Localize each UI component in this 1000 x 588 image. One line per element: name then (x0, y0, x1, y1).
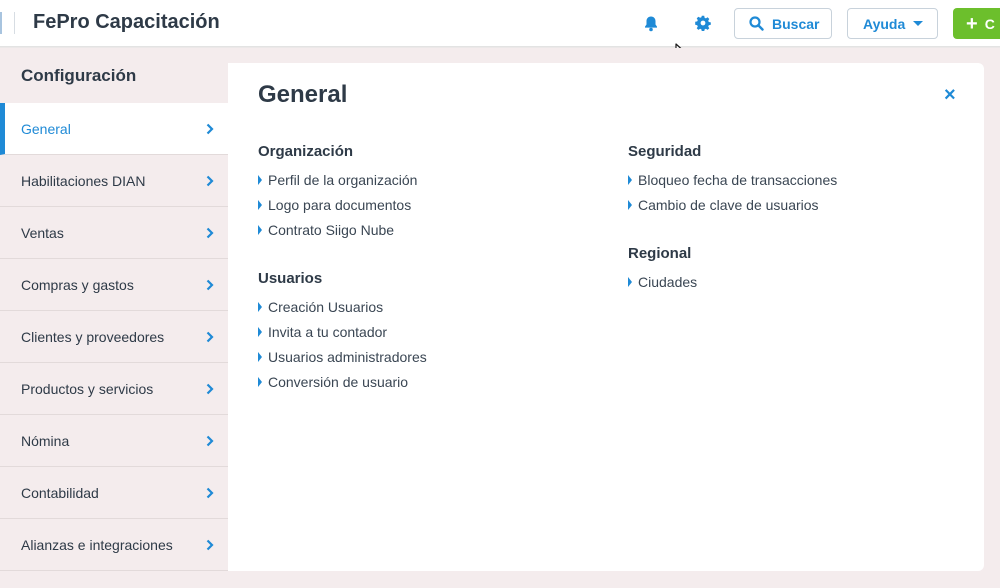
sidebar-item-label: Habilitaciones DIAN (21, 172, 146, 189)
section-title: Regional (628, 245, 692, 262)
link-label: Bloqueo fecha de transacciones (638, 171, 838, 188)
sidebar-item-productos-servicios[interactable]: Productos y servicios (0, 363, 228, 415)
caret-down-icon (913, 21, 924, 26)
link-bloqueo-fecha[interactable]: Bloqueo fecha de transacciones (628, 167, 837, 192)
link-label: Conversión de usuario (268, 373, 409, 390)
sidebar-item-label: Alianzas e integraciones (21, 536, 173, 553)
plus-icon: + (966, 12, 978, 35)
chevron-right-icon (206, 227, 214, 239)
section-title: Organización (258, 143, 354, 160)
caret-right-icon (258, 199, 262, 210)
sidebar-item-alianzas-integraciones[interactable]: Alianzas e integraciones (0, 519, 228, 571)
sidebar-item-contabilidad[interactable]: Contabilidad (0, 467, 228, 519)
link-label: Perfil de la organización (268, 171, 418, 188)
create-button[interactable]: + C (953, 8, 1000, 39)
link-usuarios-administradores[interactable]: Usuarios administradores (258, 344, 427, 369)
caret-right-icon (258, 301, 262, 312)
link-label: Ciudades (638, 273, 698, 290)
sidebar-item-ventas[interactable]: Ventas (0, 207, 228, 259)
caret-right-icon (258, 224, 262, 235)
link-label: Usuarios administradores (268, 348, 427, 365)
link-label: Cambio de clave de usuarios (638, 196, 819, 213)
search-button[interactable]: Buscar (734, 8, 832, 39)
sidebar-item-habilitaciones-dian[interactable]: Habilitaciones DIAN (0, 155, 228, 207)
help-dropdown[interactable]: Ayuda (847, 8, 938, 39)
settings-panel: Configuración General Habilitaciones DIA… (0, 48, 1000, 588)
link-conversion-usuario[interactable]: Conversión de usuario (258, 369, 427, 394)
sidebar-item-label: Clientes y proveedores (21, 328, 165, 345)
chevron-right-icon (206, 435, 214, 447)
settings-button[interactable] (693, 13, 713, 33)
search-icon (749, 16, 764, 31)
section-seguridad: Seguridad Bloqueo fecha de transacciones… (628, 142, 837, 217)
section-usuarios: Usuarios Creación Usuarios Invita a tu c… (258, 269, 427, 394)
help-label: Ayuda (863, 15, 906, 32)
sidebar-title: Configuración (21, 66, 137, 85)
content-card: General × Organización Perfil de la orga… (228, 63, 984, 571)
app-title: FePro Capacitación (33, 11, 220, 33)
left-edge-mark (0, 12, 4, 34)
section-regional: Regional Ciudades (628, 244, 697, 294)
notifications-button[interactable] (641, 13, 661, 33)
link-contrato-siigo[interactable]: Contrato Siigo Nube (258, 217, 417, 242)
link-label: Invita a tu contador (268, 323, 388, 340)
create-button-label: C (984, 15, 995, 32)
sidebar-item-label: Contabilidad (21, 484, 99, 501)
sidebar-menu: General Habilitaciones DIAN Ventas Compr… (0, 103, 228, 571)
header-divider (14, 12, 15, 34)
gear-icon (695, 15, 711, 31)
chevron-right-icon (206, 331, 214, 343)
sidebar-item-label: Compras y gastos (21, 276, 134, 293)
page-title: General (258, 81, 348, 108)
chevron-right-icon (206, 279, 214, 291)
chevron-right-icon (206, 123, 214, 135)
section-title: Usuarios (258, 270, 323, 287)
chevron-right-icon (206, 175, 214, 187)
link-logo-documentos[interactable]: Logo para documentos (258, 192, 417, 217)
section-title: Seguridad (628, 143, 702, 160)
chevron-right-icon (206, 539, 214, 551)
search-button-label: Buscar (772, 15, 820, 32)
caret-right-icon (628, 174, 632, 185)
section-organizacion: Organización Perfil de la organización L… (258, 142, 417, 242)
sidebar-item-label: Ventas (21, 224, 64, 241)
sidebar-item-general[interactable]: General (0, 103, 228, 155)
top-header: FePro Capacitación Buscar Ayuda + C (0, 0, 1000, 47)
link-invita-contador[interactable]: Invita a tu contador (258, 319, 427, 344)
sidebar-item-clientes-proveedores[interactable]: Clientes y proveedores (0, 311, 228, 363)
chevron-right-icon (206, 487, 214, 499)
sidebar-item-label: Productos y servicios (21, 380, 154, 397)
link-label: Contrato Siigo Nube (268, 221, 395, 238)
caret-right-icon (258, 376, 262, 387)
caret-right-icon (258, 351, 262, 362)
caret-right-icon (258, 326, 262, 337)
link-ciudades[interactable]: Ciudades (628, 269, 697, 294)
link-label: Logo para documentos (268, 196, 412, 213)
link-label: Creación Usuarios (268, 298, 384, 315)
sidebar-item-label: General (21, 120, 71, 137)
caret-right-icon (258, 174, 262, 185)
close-icon[interactable]: × (944, 85, 956, 105)
caret-right-icon (628, 276, 632, 287)
sidebar-item-label: Nómina (21, 432, 70, 449)
sidebar-item-compras-gastos[interactable]: Compras y gastos (0, 259, 228, 311)
link-cambio-clave[interactable]: Cambio de clave de usuarios (628, 192, 837, 217)
chevron-right-icon (206, 383, 214, 395)
link-creacion-usuarios[interactable]: Creación Usuarios (258, 294, 427, 319)
sidebar-item-nomina[interactable]: Nómina (0, 415, 228, 467)
bell-icon (645, 16, 657, 31)
caret-right-icon (628, 199, 632, 210)
link-perfil-organizacion[interactable]: Perfil de la organización (258, 167, 417, 192)
